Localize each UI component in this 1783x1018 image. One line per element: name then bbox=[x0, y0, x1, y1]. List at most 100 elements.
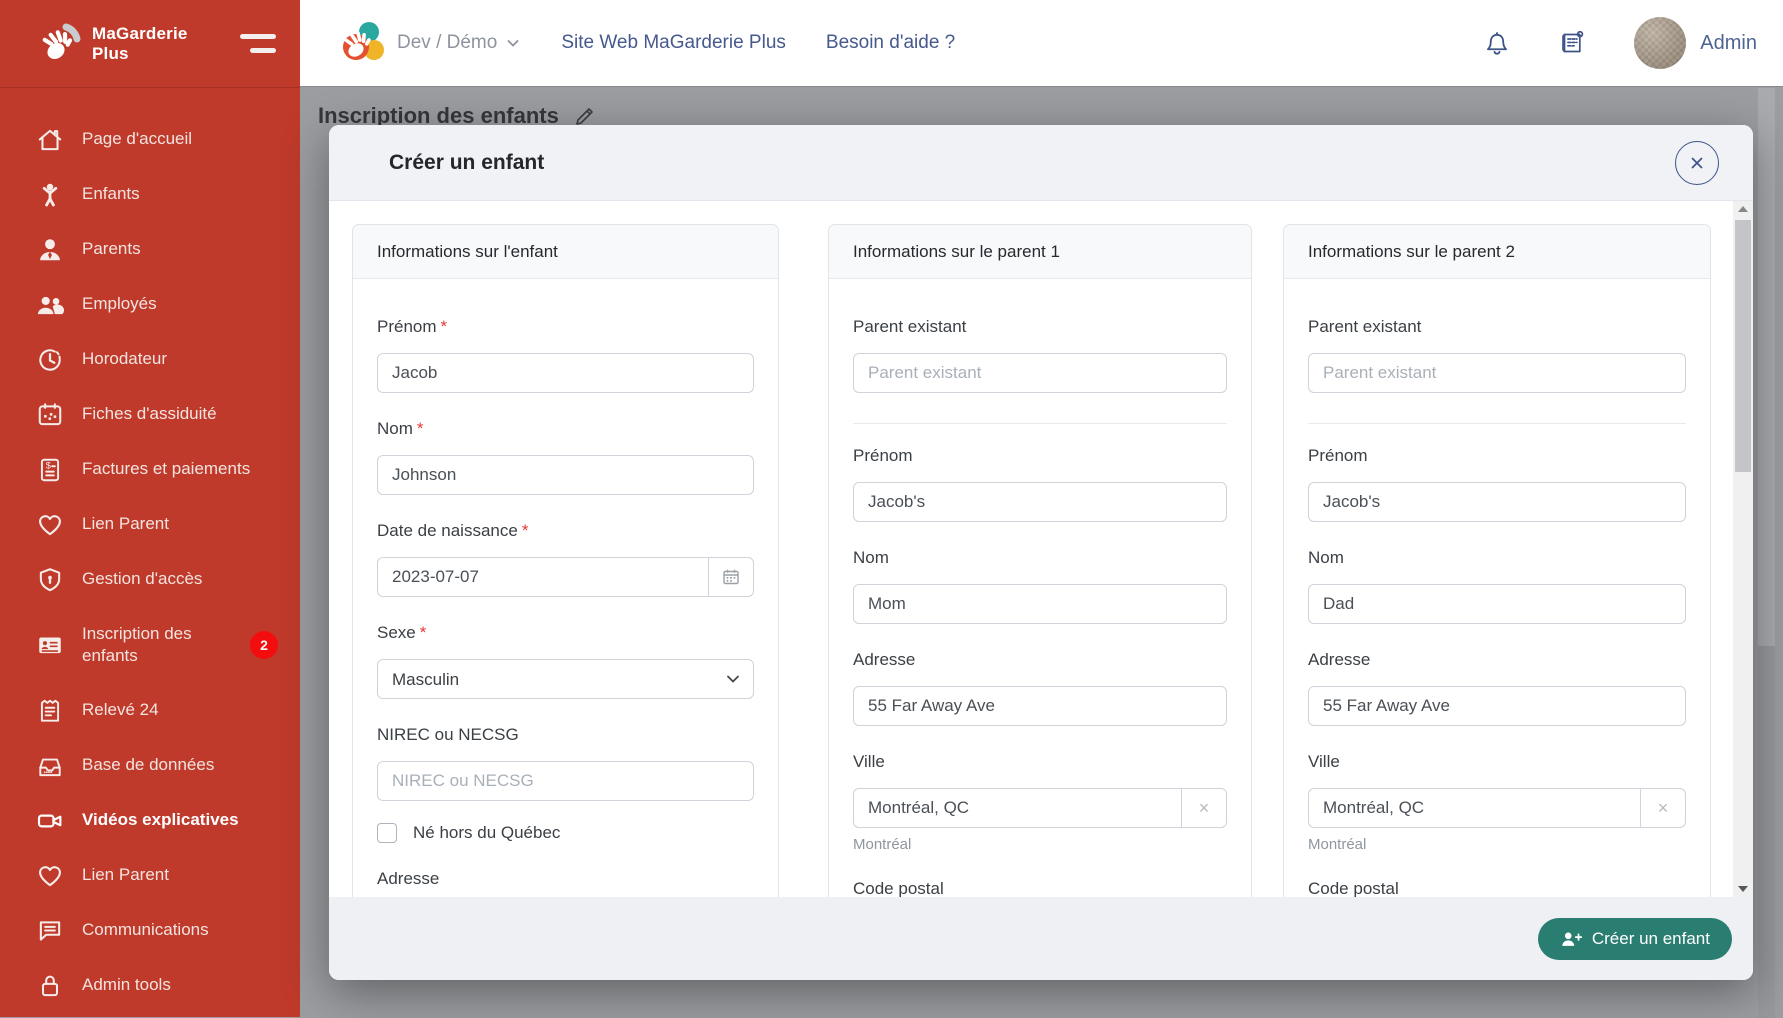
link-besoin-aide[interactable]: Besoin d'aide ? bbox=[826, 32, 955, 54]
nom-input[interactable] bbox=[853, 584, 1227, 624]
prenom-field: Prénom* bbox=[377, 317, 754, 393]
dob-input[interactable] bbox=[377, 557, 708, 597]
sidebar-item-lien-parent-2[interactable]: Lien Parent bbox=[0, 848, 300, 903]
create-child-button[interactable]: Créer un enfant bbox=[1538, 918, 1732, 960]
brand-hands-logo-icon bbox=[36, 21, 82, 67]
sidebar-item-horodateur[interactable]: Horodateur bbox=[0, 332, 300, 387]
ville-hint: Montréal bbox=[853, 836, 1227, 853]
parent-existant-input[interactable] bbox=[1308, 353, 1686, 393]
scroll-up-arrow[interactable] bbox=[1733, 201, 1753, 217]
sidebar-item-communications[interactable]: Communications bbox=[0, 903, 300, 958]
checkbox[interactable] bbox=[377, 823, 397, 843]
sidebar-item-label: Page d'accueil bbox=[82, 128, 192, 150]
ville-hint: Montréal bbox=[1308, 836, 1686, 853]
ville-field: Ville × Montréal bbox=[1308, 752, 1686, 853]
prenom-input[interactable] bbox=[853, 482, 1227, 522]
sidebar-item-releve-24[interactable]: Relevé 24 bbox=[0, 683, 300, 738]
clear-city-button[interactable]: × bbox=[1640, 788, 1686, 828]
parent-existant-input[interactable] bbox=[853, 353, 1227, 393]
page-scrollbar-thumb[interactable] bbox=[1758, 88, 1775, 646]
sidebar-item-page-accueil[interactable]: Page d'accueil bbox=[0, 112, 300, 167]
prenom-input[interactable] bbox=[1308, 482, 1686, 522]
link-site-web[interactable]: Site Web MaGarderie Plus bbox=[561, 32, 786, 54]
close-button[interactable] bbox=[1675, 141, 1719, 185]
sidebar-item-label: Lien Parent bbox=[82, 864, 169, 886]
child-info-card: Informations sur l'enfant Prénom* Nom* D… bbox=[352, 224, 779, 897]
ville-label: Ville bbox=[853, 752, 1227, 772]
svg-text:$: $ bbox=[46, 460, 51, 470]
sidebar-item-label: Parents bbox=[82, 238, 141, 260]
avatar[interactable] bbox=[1634, 17, 1686, 69]
prenom-input[interactable] bbox=[377, 353, 754, 393]
ville-input[interactable] bbox=[1308, 788, 1640, 828]
modal-footer: Créer un enfant bbox=[329, 897, 1753, 980]
modal-body: Informations sur l'enfant Prénom* Nom* D… bbox=[329, 201, 1753, 897]
ne-hors-quebec-checkbox-row[interactable]: Né hors du Québec bbox=[377, 823, 754, 843]
user-name[interactable]: Admin bbox=[1700, 32, 1757, 55]
sidebar-item-fiches-assiduite[interactable]: Fiches d'assiduité bbox=[0, 387, 300, 442]
environment-dropdown[interactable]: Dev / Démo bbox=[397, 32, 521, 54]
parent-existant-field: Parent existant bbox=[1308, 317, 1686, 393]
chat-icon bbox=[36, 917, 64, 945]
sidebar-item-label: Factures et paiements bbox=[82, 458, 250, 480]
parent-icon bbox=[36, 236, 64, 264]
adresse-input[interactable] bbox=[1308, 686, 1686, 726]
app-hands-logo-icon bbox=[339, 19, 387, 67]
prenom-field: Prénom bbox=[853, 446, 1227, 522]
sidebar-item-lien-parent[interactable]: Lien Parent bbox=[0, 497, 300, 552]
sidebar-item-employes[interactable]: Employés bbox=[0, 277, 300, 332]
database-icon bbox=[36, 752, 64, 780]
adresse-field: Adresse bbox=[853, 650, 1227, 726]
attendance-calendar-icon bbox=[36, 401, 64, 429]
parent-existant-label: Parent existant bbox=[1308, 317, 1686, 337]
invoice-icon: $ bbox=[36, 456, 64, 484]
nirec-input[interactable] bbox=[377, 761, 754, 801]
sidebar: MaGarderie Plus Page d'accueil Enfants bbox=[0, 0, 300, 1017]
notes-clipboard-icon[interactable] bbox=[1556, 26, 1590, 60]
modal-header: Créer un enfant bbox=[329, 125, 1753, 201]
nom-input[interactable] bbox=[1308, 584, 1686, 624]
sidebar-item-admin-tools[interactable]: Admin tools bbox=[0, 958, 300, 1013]
sidebar-item-label: Relevé 24 bbox=[82, 699, 159, 721]
sidebar-item-gestion-acces[interactable]: Gestion d'accès bbox=[0, 552, 300, 607]
required-marker: * bbox=[522, 521, 529, 540]
nom-field: Nom* bbox=[377, 419, 754, 495]
calendar-picker-button[interactable] bbox=[708, 557, 754, 597]
modal-scrollbar-thumb[interactable] bbox=[1735, 220, 1751, 472]
nom-input[interactable] bbox=[377, 455, 754, 495]
scroll-down-arrow[interactable] bbox=[1733, 881, 1753, 897]
ville-input[interactable] bbox=[853, 788, 1181, 828]
nom-label: Nom bbox=[377, 419, 413, 438]
adresse-input[interactable] bbox=[853, 686, 1227, 726]
nom-field: Nom bbox=[1308, 548, 1686, 624]
clear-city-button[interactable]: × bbox=[1181, 788, 1227, 828]
create-child-button-label: Créer un enfant bbox=[1592, 929, 1710, 949]
clear-icon: × bbox=[1658, 798, 1669, 819]
sidebar-item-videos-explicatives[interactable]: Vidéos explicatives bbox=[0, 793, 300, 848]
page-scrollbar[interactable] bbox=[1758, 88, 1775, 1018]
adresse-label: Adresse bbox=[853, 650, 1227, 670]
modal-scrollbar[interactable] bbox=[1733, 201, 1753, 897]
employees-icon bbox=[36, 291, 64, 319]
heart-icon bbox=[36, 511, 64, 539]
sidebar-item-label: Lien Parent bbox=[82, 513, 169, 535]
sexe-label: Sexe bbox=[377, 623, 416, 642]
shield-icon bbox=[36, 566, 64, 594]
card-title: Informations sur le parent 2 bbox=[1284, 225, 1710, 279]
parent2-info-card: Informations sur le parent 2 Parent exis… bbox=[1283, 224, 1711, 897]
dob-field: Date de naissance* bbox=[377, 521, 754, 597]
sidebar-item-parents[interactable]: Parents bbox=[0, 222, 300, 277]
prenom-label: Prénom bbox=[1308, 446, 1686, 466]
parent-existant-field: Parent existant bbox=[853, 317, 1227, 393]
sidebar-item-inscription-enfants[interactable]: Inscription des enfants 2 bbox=[0, 607, 300, 683]
sidebar-item-label: Inscription des enfants bbox=[82, 623, 240, 667]
dob-label: Date de naissance bbox=[377, 521, 518, 540]
sexe-select[interactable]: Masculin bbox=[377, 659, 754, 699]
sidebar-toggle-icon[interactable] bbox=[240, 34, 276, 53]
sidebar-item-base-donnees[interactable]: Base de données bbox=[0, 738, 300, 793]
sidebar-item-enfants[interactable]: Enfants bbox=[0, 167, 300, 222]
environment-label: Dev / Démo bbox=[397, 32, 497, 54]
bell-icon[interactable] bbox=[1480, 26, 1514, 60]
code-postal-label: Code postal bbox=[853, 879, 1227, 897]
sidebar-item-factures[interactable]: $ Factures et paiements bbox=[0, 442, 300, 497]
